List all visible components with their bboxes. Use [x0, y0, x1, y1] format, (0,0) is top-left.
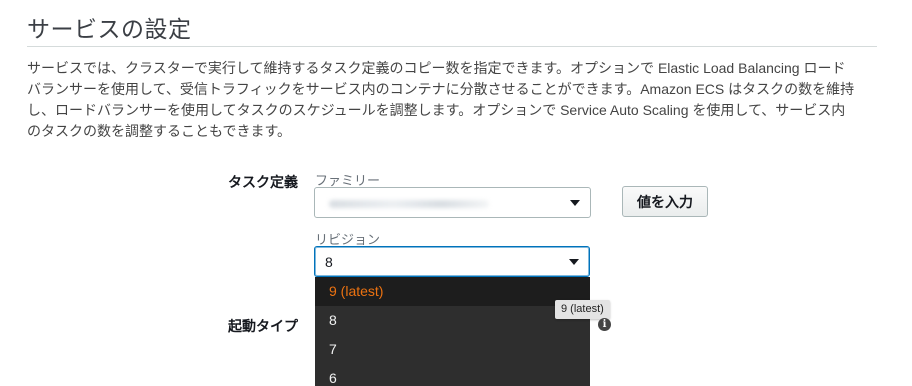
option-tooltip: 9 (latest)	[555, 300, 610, 319]
description-line: し、ロードバランサーを使用してタスクのスケジュールを調整します。オプションで S…	[27, 102, 846, 118]
title-divider	[27, 46, 877, 47]
revision-option[interactable]: 7	[315, 335, 590, 364]
description-line: サービスでは、クラスターで実行して維持するタスク定義のコピー数を指定できます。オ…	[27, 60, 846, 76]
family-select[interactable]	[314, 187, 591, 218]
family-value-obscured	[329, 200, 489, 208]
description-line: のタスクの数を調整することもできます。	[27, 123, 292, 139]
section-title: サービスの設定	[27, 16, 192, 42]
section-description: サービスでは、クラスターで実行して維持するタスク定義のコピー数を指定できます。オ…	[27, 58, 877, 142]
revision-option[interactable]: 8	[315, 306, 590, 335]
launch-type-label: 起動タイプ	[228, 318, 298, 334]
revision-select[interactable]: 8	[314, 246, 590, 277]
revision-dropdown-list[interactable]: 9 (latest) 8 7 6	[315, 277, 590, 386]
info-icon[interactable]: i	[598, 318, 611, 331]
description-line: バランサーを使用して、受信トラフィックをサービス内のコンテナに分散させることがで…	[27, 81, 855, 97]
revision-value: 8	[325, 254, 333, 270]
chevron-down-icon	[570, 200, 580, 206]
revision-option-highlighted[interactable]: 9 (latest)	[315, 277, 590, 306]
chevron-down-icon	[569, 259, 579, 265]
task-definition-label: タスク定義	[228, 174, 298, 190]
revision-option[interactable]: 6	[315, 364, 590, 386]
enter-value-button[interactable]: 値を入力	[622, 186, 708, 217]
